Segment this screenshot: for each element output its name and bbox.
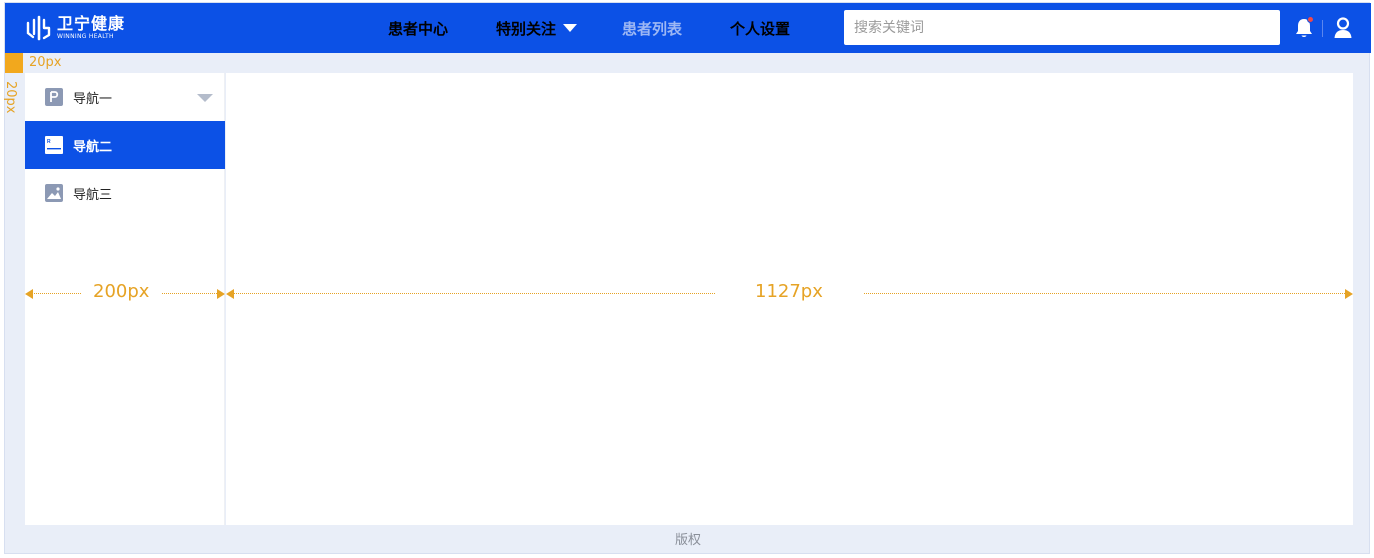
svg-text:R: R [47, 139, 51, 145]
nav-patient-center[interactable]: 患者中心 [388, 18, 448, 39]
notification-dot [1307, 16, 1314, 23]
top-header: 卫宁健康 WINNING HEALTH 患者中心 特别关注 患者列表 个人设置 [5, 3, 1371, 53]
logo-text: 卫宁健康 WINNING HEALTH [57, 16, 125, 40]
footer-copyright: 版权 [674, 533, 701, 548]
sidebar-width-label: 200px [81, 281, 162, 302]
user-icon[interactable] [1333, 17, 1353, 39]
nav-special-attention[interactable]: 特别关注 [496, 18, 578, 39]
image-icon [45, 184, 63, 202]
left-gap-label: 20px [3, 81, 18, 114]
nav-patient-list[interactable]: 患者列表 [622, 18, 682, 39]
chevron-down-icon[interactable] [197, 94, 213, 102]
sidebar-item-nav-1[interactable]: 导航一 [25, 73, 225, 121]
sidebar-item-label: 导航三 [73, 187, 113, 203]
sidebar-item-label: 导航二 [73, 139, 113, 155]
arrow-left-icon [226, 289, 234, 299]
sidebar-item-label: 导航一 [73, 91, 113, 107]
winning-health-logo-icon [26, 15, 51, 41]
header-divider [1322, 20, 1323, 37]
nav-personal-settings[interactable]: 个人设置 [730, 18, 790, 39]
nav-special-attention-label: 特别关注 [496, 20, 557, 38]
caret-down-icon [563, 23, 578, 32]
arrow-right-icon [217, 289, 225, 299]
search-input[interactable] [844, 10, 1280, 45]
sidebar-item-nav-2[interactable]: R 导航二 [25, 121, 225, 169]
main-width-label: 1127px [715, 281, 863, 302]
document-icon: R [45, 136, 63, 154]
top-gap-marker [5, 53, 23, 73]
top-gap-label: 20px [29, 55, 62, 70]
p-icon [45, 88, 63, 106]
arrow-left-icon [25, 289, 33, 299]
logo-name-cn: 卫宁健康 [57, 14, 126, 33]
arrow-right-icon [1345, 289, 1353, 299]
logo-name-en: WINNING HEALTH [57, 33, 114, 40]
app-frame: 卫宁健康 WINNING HEALTH 患者中心 特别关注 患者列表 个人设置 … [3, 2, 1371, 554]
logo[interactable]: 卫宁健康 WINNING HEALTH [25, 13, 125, 43]
sidebar-item-nav-3[interactable]: 导航三 [25, 169, 225, 217]
